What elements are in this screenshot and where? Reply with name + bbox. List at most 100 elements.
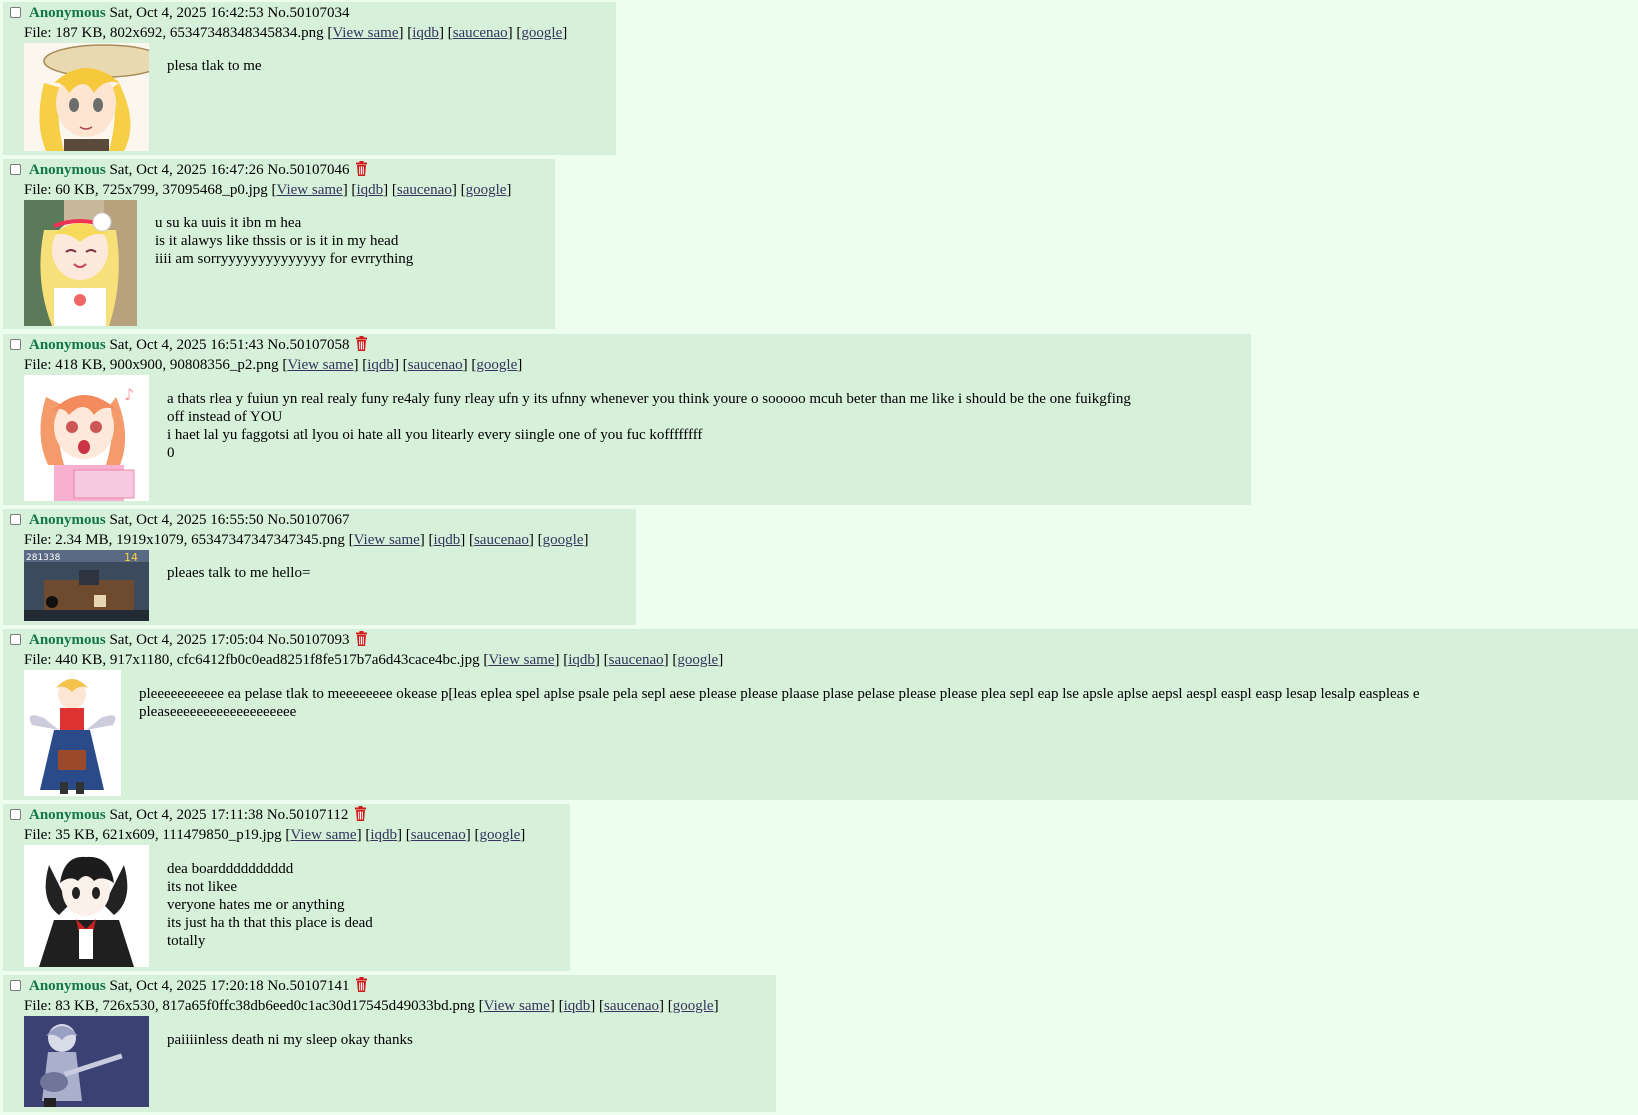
post: Anonymous Sat, Oct 4, 2025 17:11:38 No.5… <box>3 804 570 971</box>
trash-icon[interactable] <box>355 336 368 351</box>
iqdb-link[interactable]: iqdb <box>367 357 394 373</box>
svg-text:281338: 281338 <box>26 553 61 563</box>
saucenao-link[interactable]: saucenao <box>609 652 664 668</box>
view-same-link[interactable]: View same <box>277 182 343 198</box>
post-header: Anonymous Sat, Oct 4, 2025 16:42:53 No.5… <box>29 4 349 22</box>
poster-name: Anonymous <box>29 162 106 178</box>
post-header: Anonymous Sat, Oct 4, 2025 16:51:43 No.5… <box>29 336 368 354</box>
post: Anonymous Sat, Oct 4, 2025 16:51:43 No.5… <box>3 334 1251 505</box>
file-info: File: 60 KB, 725x799, 37095468_p0.jpg [V… <box>24 182 512 198</box>
iqdb-link[interactable]: iqdb <box>434 532 461 548</box>
post-body: plesa tlak to me <box>167 58 262 74</box>
post-datetime: Sat, Oct 4, 2025 17:05:04 <box>109 632 264 648</box>
file-details: File: 187 KB, 802x692, 65347348348345834… <box>24 25 324 41</box>
view-same-link[interactable]: View same <box>354 532 420 548</box>
view-same-link[interactable]: View same <box>488 652 554 668</box>
post-datetime: Sat, Oct 4, 2025 16:55:50 <box>109 512 264 528</box>
post-thumbnail[interactable] <box>24 670 121 796</box>
poster-name: Anonymous <box>29 512 106 528</box>
post-header: Anonymous Sat, Oct 4, 2025 17:11:38 No.5… <box>29 806 367 824</box>
file-info: File: 83 KB, 726x530, 817a65f0ffc38db6ee… <box>24 998 719 1014</box>
google-link[interactable]: google <box>677 652 718 668</box>
saucenao-link[interactable]: saucenao <box>408 357 463 373</box>
select-checkbox[interactable] <box>10 634 21 645</box>
post: Anonymous Sat, Oct 4, 2025 16:42:53 No.5… <box>3 2 616 155</box>
view-same-link[interactable]: View same <box>287 357 353 373</box>
post-datetime: Sat, Oct 4, 2025 16:42:53 <box>109 5 264 21</box>
google-link[interactable]: google <box>479 827 520 843</box>
post: Anonymous Sat, Oct 4, 2025 16:47:26 No.5… <box>3 159 555 329</box>
post-number[interactable]: No.50107058 <box>267 337 349 353</box>
saucenao-link[interactable]: saucenao <box>604 998 659 1014</box>
iqdb-link[interactable]: iqdb <box>568 652 595 668</box>
iqdb-link[interactable]: iqdb <box>356 182 383 198</box>
file-info: File: 35 KB, 621x609, 111479850_p19.jpg … <box>24 827 526 843</box>
post-body: u su ka uuis it ibn m hea is it alawys l… <box>155 215 414 267</box>
post-thumbnail[interactable] <box>24 200 137 326</box>
file-info: File: 2.34 MB, 1919x1079, 65347347347347… <box>24 532 589 548</box>
google-link[interactable]: google <box>673 998 714 1014</box>
file-details: File: 440 KB, 917x1180, cfc6412fb0c0ead8… <box>24 652 480 668</box>
trash-icon[interactable] <box>354 806 367 821</box>
select-checkbox[interactable] <box>10 980 21 991</box>
view-same-link[interactable]: View same <box>290 827 356 843</box>
post: Anonymous Sat, Oct 4, 2025 17:05:04 No.5… <box>3 629 1638 800</box>
svg-text:♪: ♪ <box>124 385 134 404</box>
poster-name: Anonymous <box>29 978 106 994</box>
poster-name: Anonymous <box>29 807 106 823</box>
thread: Anonymous Sat, Oct 4, 2025 16:42:53 No.5… <box>0 0 1638 1115</box>
post-number[interactable]: No.50107046 <box>267 162 349 178</box>
post-number[interactable]: No.50107067 <box>267 512 349 528</box>
saucenao-link[interactable]: saucenao <box>474 532 529 548</box>
saucenao-link[interactable]: saucenao <box>453 25 508 41</box>
post-body: a thats rlea y fuiun yn real realy funy … <box>167 391 1131 461</box>
post-body: pleaes talk to me hello= <box>167 565 311 581</box>
iqdb-link[interactable]: iqdb <box>412 25 439 41</box>
post-thumbnail[interactable]: ♪ <box>24 375 149 501</box>
post-datetime: Sat, Oct 4, 2025 16:47:26 <box>109 162 264 178</box>
post-header: Anonymous Sat, Oct 4, 2025 16:55:50 No.5… <box>29 511 349 529</box>
saucenao-link[interactable]: saucenao <box>411 827 466 843</box>
select-checkbox[interactable] <box>10 514 21 525</box>
poster-name: Anonymous <box>29 337 106 353</box>
select-checkbox[interactable] <box>10 339 21 350</box>
post-header: Anonymous Sat, Oct 4, 2025 17:20:18 No.5… <box>29 977 368 995</box>
file-details: File: 35 KB, 621x609, 111479850_p19.jpg <box>24 827 282 843</box>
iqdb-link[interactable]: iqdb <box>370 827 397 843</box>
file-info: File: 187 KB, 802x692, 65347348348345834… <box>24 25 568 41</box>
post-datetime: Sat, Oct 4, 2025 17:11:38 <box>109 807 264 823</box>
view-same-link[interactable]: View same <box>332 25 398 41</box>
iqdb-link[interactable]: iqdb <box>564 998 591 1014</box>
google-link[interactable]: google <box>476 357 517 373</box>
post-thumbnail[interactable] <box>24 1016 149 1107</box>
saucenao-link[interactable]: saucenao <box>397 182 452 198</box>
post: Anonymous Sat, Oct 4, 2025 16:55:50 No.5… <box>3 509 636 625</box>
post-number[interactable]: No.50107034 <box>267 5 349 21</box>
select-checkbox[interactable] <box>10 809 21 820</box>
view-same-link[interactable]: View same <box>484 998 550 1014</box>
post-body: pleeeeeeeeeee ea pelase tlak to meeeeeee… <box>139 686 1420 720</box>
poster-name: Anonymous <box>29 632 106 648</box>
file-details: File: 2.34 MB, 1919x1079, 65347347347347… <box>24 532 345 548</box>
select-checkbox[interactable] <box>10 7 21 18</box>
svg-text:14: 14 <box>124 551 138 564</box>
google-link[interactable]: google <box>543 532 584 548</box>
post-header: Anonymous Sat, Oct 4, 2025 17:05:04 No.5… <box>29 631 368 649</box>
trash-icon[interactable] <box>355 631 368 646</box>
post-number[interactable]: No.50107141 <box>267 978 349 994</box>
file-details: File: 83 KB, 726x530, 817a65f0ffc38db6ee… <box>24 998 475 1014</box>
trash-icon[interactable] <box>355 161 368 176</box>
file-details: File: 418 KB, 900x900, 90808356_p2.png <box>24 357 279 373</box>
post-number[interactable]: No.50107093 <box>267 632 349 648</box>
select-checkbox[interactable] <box>10 164 21 175</box>
google-link[interactable]: google <box>466 182 507 198</box>
trash-icon[interactable] <box>355 977 368 992</box>
post-thumbnail[interactable] <box>24 43 149 151</box>
file-info: File: 418 KB, 900x900, 90808356_p2.png [… <box>24 357 523 373</box>
post-thumbnail[interactable] <box>24 845 149 967</box>
google-link[interactable]: google <box>521 25 562 41</box>
post-number[interactable]: No.50107112 <box>267 807 349 823</box>
poster-name: Anonymous <box>29 5 106 21</box>
post-body: paiiiinless death ni my sleep okay thank… <box>167 1032 413 1048</box>
post-thumbnail[interactable]: 281338 14 <box>24 550 149 621</box>
